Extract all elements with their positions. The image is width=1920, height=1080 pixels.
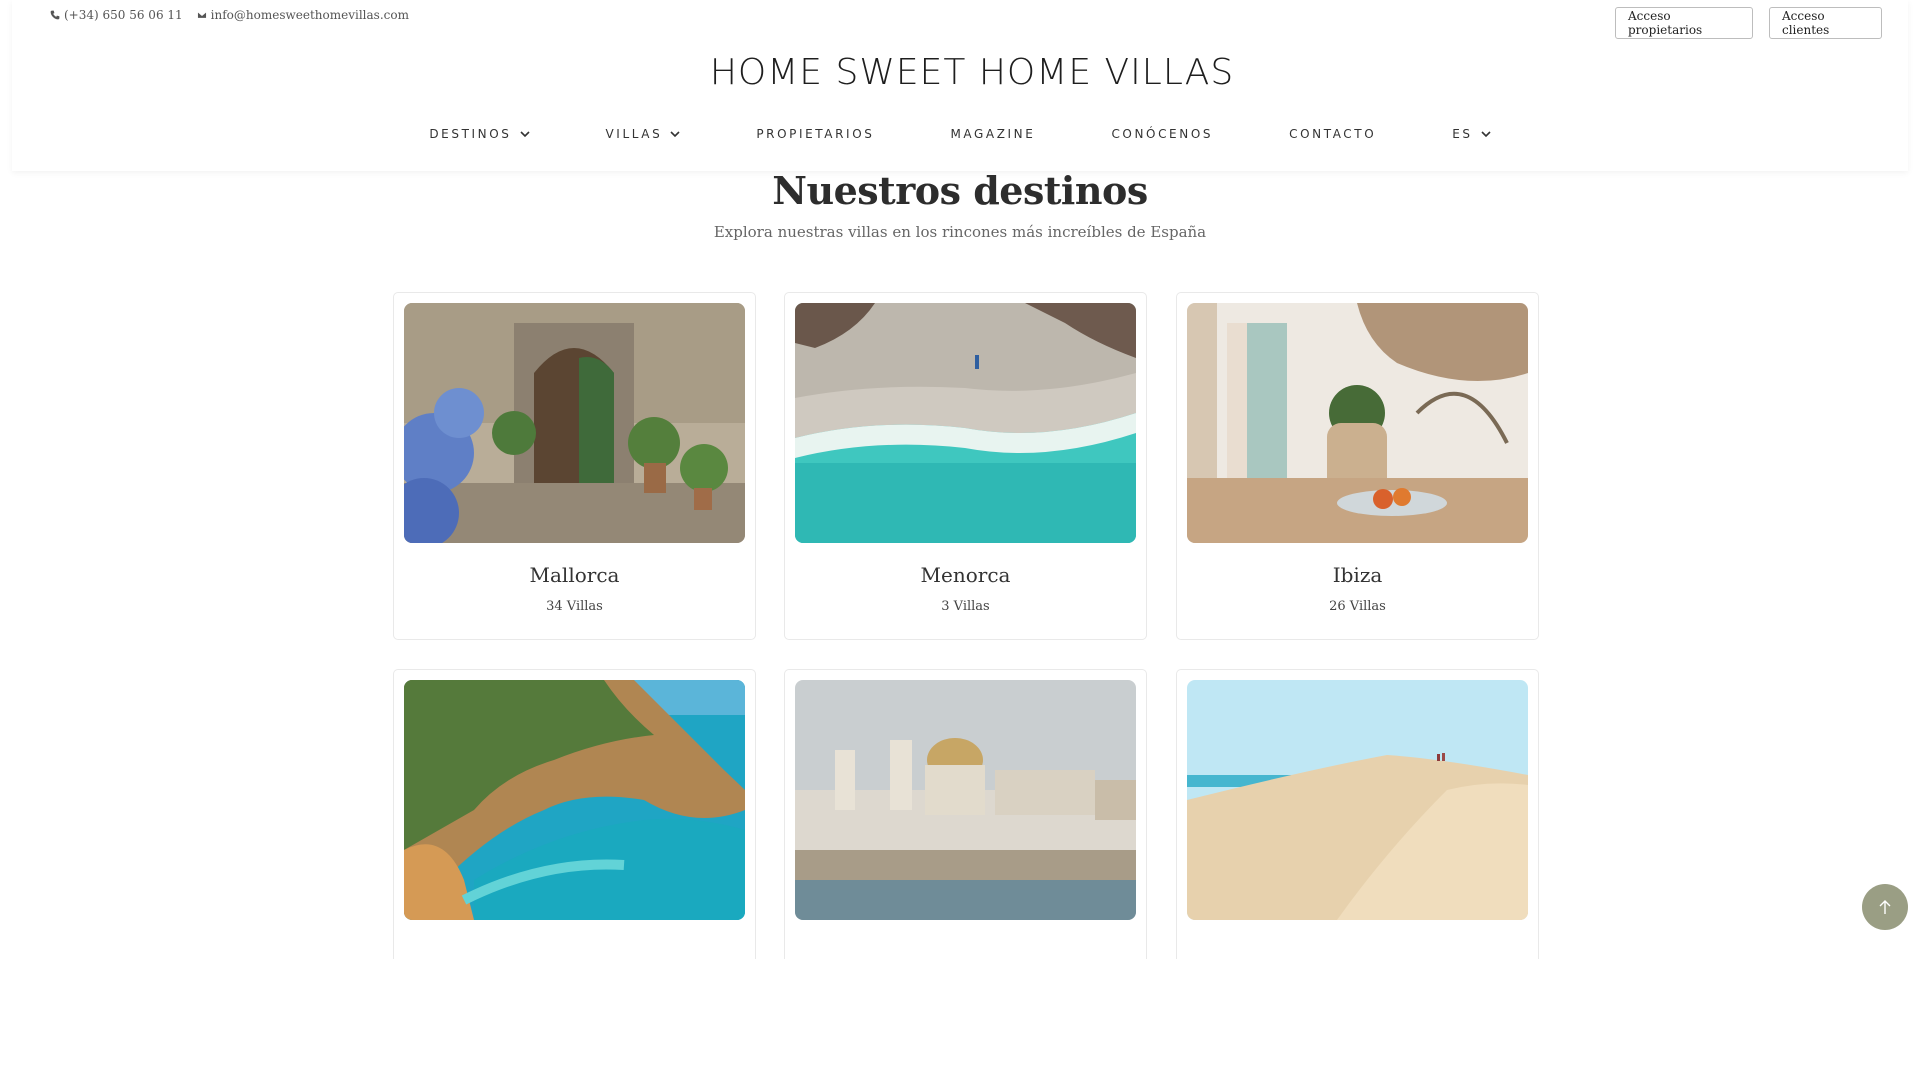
phone-icon — [50, 10, 60, 20]
villa-count: 26 Villas — [1329, 599, 1386, 614]
page-title: Nuestros destinos — [772, 168, 1148, 213]
chevron-down-icon — [519, 131, 530, 138]
destination-card-menorca[interactable]: Menorca 3 Villas — [784, 292, 1147, 640]
nav-item-magazine[interactable]: MAGAZINE — [912, 122, 1073, 146]
contact-bar: (+34) 650 56 06 11 info@homesweethomevil… — [50, 8, 409, 22]
destinations-grid: Mallorca 34 Villas Menorca 3 Villas Ibiz… — [393, 292, 1539, 959]
destination-card[interactable] — [784, 669, 1147, 959]
email-link[interactable]: info@homesweethomevillas.com — [196, 8, 409, 22]
site-logo[interactable]: HOME SWEET HOME VILLAS — [710, 50, 1233, 94]
destination-name: Ibiza — [1332, 563, 1383, 587]
language-selector[interactable]: ES — [1414, 122, 1528, 146]
clients-access-button[interactable]: Acceso clientes — [1769, 7, 1882, 39]
destination-image[interactable] — [795, 680, 1136, 920]
nav-item-destinos[interactable]: DESTINOS — [391, 122, 567, 146]
page-subtitle: Explora nuestras villas en los rincones … — [713, 223, 1207, 241]
nav-item-contacto[interactable]: CONTACTO — [1251, 122, 1414, 146]
destination-image[interactable] — [1187, 303, 1528, 543]
destination-name: Menorca — [920, 563, 1011, 587]
nav-item-label: ES — [1452, 127, 1473, 141]
destination-card-mallorca[interactable]: Mallorca 34 Villas — [393, 292, 756, 640]
phone-link[interactable]: (+34) 650 56 06 11 — [50, 8, 183, 22]
chevron-down-icon — [670, 131, 680, 138]
site-header: (+34) 650 56 06 11 info@homesweethomevil… — [12, 0, 1908, 171]
destination-image[interactable] — [404, 303, 745, 543]
main-nav: DESTINOS VILLAS PROPIETARIOS MAGAZINE CO… — [12, 122, 1908, 146]
chevron-down-icon — [1481, 131, 1491, 138]
nav-item-label: PROPIETARIOS — [756, 127, 875, 141]
destination-name: Mallorca — [529, 563, 620, 587]
nav-item-conocenos[interactable]: CONÓCENOS — [1073, 122, 1251, 146]
scroll-to-top-button[interactable] — [1862, 884, 1908, 930]
destination-image[interactable] — [1187, 680, 1528, 920]
nav-item-villas[interactable]: VILLAS — [568, 122, 719, 146]
envelope-icon — [196, 11, 207, 19]
villa-count: 3 Villas — [941, 599, 990, 614]
nav-item-label: CONTACTO — [1289, 127, 1377, 141]
destination-image[interactable] — [795, 303, 1136, 543]
arrow-up-icon — [1879, 900, 1891, 914]
destination-image[interactable] — [404, 680, 745, 920]
nav-item-label: MAGAZINE — [950, 127, 1036, 141]
destination-card-ibiza[interactable]: Ibiza 26 Villas — [1176, 292, 1539, 640]
email-address: info@homesweethomevillas.com — [210, 8, 409, 22]
nav-item-label: VILLAS — [605, 127, 663, 141]
phone-number: (+34) 650 56 06 11 — [64, 8, 183, 22]
villa-count: 34 Villas — [546, 599, 603, 614]
destination-card[interactable] — [393, 669, 756, 959]
nav-item-propietarios[interactable]: PROPIETARIOS — [718, 122, 912, 146]
owners-access-button[interactable]: Acceso propietarios — [1615, 7, 1753, 39]
nav-item-label: CONÓCENOS — [1111, 127, 1214, 141]
destination-card[interactable] — [1176, 669, 1539, 959]
nav-item-label: DESTINOS — [429, 127, 512, 141]
